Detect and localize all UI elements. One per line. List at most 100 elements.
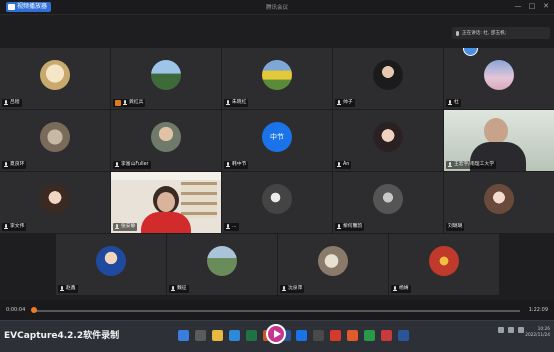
participant-tile[interactable]: 黎何馨韵 [333, 172, 443, 233]
avatar [262, 184, 292, 214]
record-play-button[interactable] [266, 324, 286, 344]
participant-name: 赵鑫 [66, 286, 76, 291]
wechat-icon[interactable] [364, 330, 375, 341]
participant-tile[interactable]: 龚红兵 [111, 48, 221, 109]
volume-icon[interactable] [518, 327, 524, 333]
participant-name: 朱晓红 [232, 100, 247, 105]
meeting-app-icon[interactable] [296, 330, 307, 341]
mic-icon [282, 286, 286, 292]
mic-icon [171, 286, 175, 292]
avatar [40, 60, 70, 90]
participant-tile[interactable]: 吕程 [0, 48, 110, 109]
participant-tile[interactable]: 李文伟 [0, 172, 110, 233]
app-icon[interactable] [313, 330, 324, 341]
person-body [141, 212, 191, 233]
participant-name: 杨婧 [399, 286, 409, 291]
taskbar: EVCapture4.2.2软件录制 10:26 2022/11/24 [0, 320, 554, 352]
mic-icon [448, 100, 452, 106]
avatar [484, 184, 514, 214]
speaking-text: 正在讲话: 杜, 邵玉帆; [462, 31, 507, 36]
wps-icon[interactable] [381, 330, 392, 341]
window-title: 腾讯会议 [265, 5, 288, 11]
progress-thumb[interactable] [31, 307, 37, 313]
mic-icon [448, 162, 452, 168]
mic-icon [115, 162, 119, 168]
system-clock[interactable]: 10:26 2022/11/24 [525, 327, 550, 339]
avatar [207, 246, 237, 276]
watermark: EVCapture4.2.2软件录制 [4, 331, 120, 341]
mic-icon [226, 162, 230, 168]
maximize-button[interactable]: □ [528, 2, 536, 11]
participant-tile[interactable]: 刘璐璐 [444, 172, 554, 233]
participant-tile[interactable]: An [333, 110, 443, 171]
search-icon[interactable] [195, 330, 206, 341]
participant-name: 魏征 [177, 286, 187, 291]
excel-icon[interactable] [246, 330, 257, 341]
mic-icon [337, 224, 341, 230]
participant-name: 夏良环 [10, 162, 25, 167]
avatar [373, 60, 403, 90]
mic-icon [226, 100, 230, 106]
mic-icon [456, 30, 459, 36]
avatar: 中节 [262, 122, 292, 152]
minimize-button[interactable]: — [514, 2, 522, 11]
app-icon[interactable] [347, 330, 358, 341]
participant-tile[interactable]: 帅子 [333, 48, 443, 109]
participant-tile[interactable]: 中节 韩中节 [222, 110, 332, 171]
network-icon[interactable] [508, 327, 514, 333]
avatar [463, 48, 478, 56]
mic-icon [4, 100, 8, 106]
participant-tile[interactable]: 杜 [444, 48, 554, 109]
window-titlebar: 视频播放器 腾讯会议 — □ ✕ [0, 0, 554, 15]
avatar [40, 184, 70, 214]
mic-icon [337, 100, 341, 106]
app-icon[interactable] [398, 330, 409, 341]
chevron-up-icon[interactable] [498, 327, 504, 333]
total-time: 1:22:09 [528, 307, 548, 313]
participant-tile[interactable]: 李富山Fuller [111, 110, 221, 171]
mic-icon [337, 162, 341, 168]
avatar [373, 122, 403, 152]
participant-name: 杜 [454, 100, 459, 105]
playback-bar: 0:00:04 1:22:09 [0, 300, 554, 320]
participant-name: 刘璐璐 [448, 224, 463, 229]
mic-icon [393, 286, 397, 292]
participant-tile[interactable]: 沈泉萍 [278, 234, 388, 295]
participant-video[interactable]: 王宏宇/南理工大学 [444, 110, 554, 171]
participant-name: 李富山Fuller [121, 162, 149, 167]
start-icon[interactable] [178, 330, 189, 341]
participant-video[interactable]: 张安静 [111, 172, 221, 233]
participant-tile[interactable]: 夏良环 [0, 110, 110, 171]
progress-track[interactable] [32, 310, 520, 312]
participant-name: 帅子 [343, 100, 353, 105]
avatar [151, 60, 181, 90]
avatar [484, 60, 514, 90]
camera-feed [111, 172, 221, 180]
participant-name: 龚红兵 [129, 100, 144, 105]
close-button[interactable]: ✕ [542, 2, 550, 11]
avatar [151, 122, 181, 152]
avatar [318, 246, 348, 276]
app-icon[interactable] [330, 330, 341, 341]
participant-name: 吕程 [10, 100, 20, 105]
participant-tile[interactable]: 魏征 [167, 234, 277, 295]
participant-name: 黎何馨韵 [343, 224, 363, 229]
mic-icon [226, 224, 230, 230]
participant-name: 沈泉萍 [288, 286, 303, 291]
participant-tile[interactable]: 赵鑫 [56, 234, 166, 295]
participant-tile[interactable]: ... [222, 172, 332, 233]
participant-name: 韩中节 [232, 162, 247, 167]
browser-icon[interactable] [229, 330, 240, 341]
bookshelf [181, 182, 217, 218]
participant-name: ... [232, 224, 237, 229]
current-time: 0:00:04 [6, 307, 26, 313]
avatar [429, 246, 459, 276]
speaking-indicator: 正在讲话: 杜, 邵玉帆; [452, 27, 550, 39]
participant-tile[interactable]: 朱晓红 [222, 48, 332, 109]
avatar [40, 122, 70, 152]
participant-name: 李文伟 [10, 224, 25, 229]
participant-name: 王宏宇/南理工大学 [454, 162, 494, 167]
person-face [157, 192, 175, 212]
folder-icon[interactable] [212, 330, 223, 341]
participant-tile[interactable]: 杨婧 [389, 234, 499, 295]
